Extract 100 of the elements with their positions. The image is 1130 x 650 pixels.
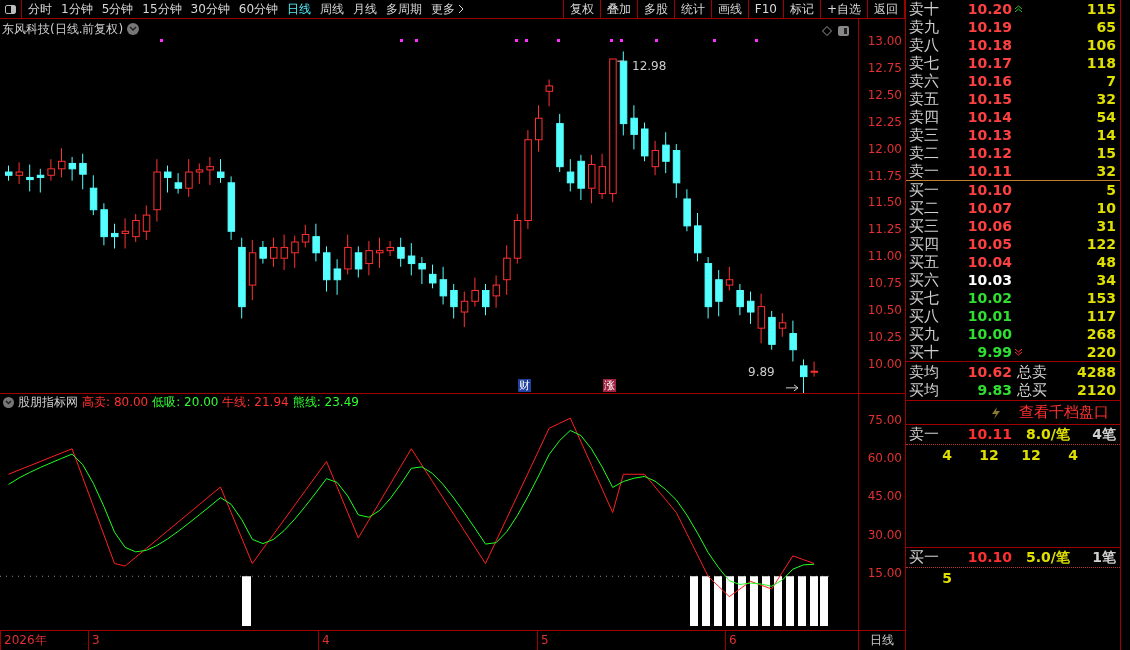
order-level-label: 卖三 xyxy=(909,124,940,145)
order-price: 10.14 xyxy=(966,107,1012,127)
order-price: 10.12 xyxy=(966,143,1012,163)
event-marker[interactable]: 涨 xyxy=(603,379,616,392)
queue-order-size: 12 xyxy=(978,445,1000,465)
order-price: 10.11 xyxy=(966,161,1012,181)
order-price: 10.00 xyxy=(966,324,1012,344)
order-quantity: 10 xyxy=(1096,198,1116,218)
price-axis-label: 11.00 xyxy=(867,249,902,264)
indicator-axis-label: 75.00 xyxy=(867,413,902,427)
order-price: 10.16 xyxy=(966,71,1012,91)
indicator-value: 牛线: 21.94 xyxy=(222,394,289,411)
period-tab[interactable]: 30分钟 xyxy=(190,0,230,18)
order-level-label: 卖四 xyxy=(909,106,940,127)
event-marker[interactable]: 财 xyxy=(518,379,531,392)
toolbar-button[interactable]: 统计 xyxy=(674,0,712,19)
period-tab[interactable]: 周线 xyxy=(320,0,345,18)
price-axis-label: 12.25 xyxy=(867,114,902,129)
order-price: 10.02 xyxy=(966,288,1012,308)
order-level-label: 卖五 xyxy=(909,88,940,109)
price-axis-label: 12.50 xyxy=(867,87,902,102)
order-price: 10.05 xyxy=(966,234,1012,254)
order-quantity: 32 xyxy=(1096,89,1116,109)
average-per-order: 5.0/笔 xyxy=(1026,548,1070,567)
queue-order-size: 4 xyxy=(1067,445,1079,465)
indicator-value: 熊线: 23.49 xyxy=(292,394,359,411)
order-quantity: 54 xyxy=(1096,107,1116,127)
order-price: 10.17 xyxy=(966,53,1012,73)
period-tab[interactable]: 日线 xyxy=(287,0,312,18)
period-tab[interactable]: 60分钟 xyxy=(238,0,279,18)
queue-order-size: 5 xyxy=(941,568,953,588)
price-axis-label: 12.75 xyxy=(867,60,902,75)
order-price: 10.19 xyxy=(966,17,1012,37)
indicator-axis-label: 30.00 xyxy=(867,527,902,542)
toolbar-button[interactable]: 画线 xyxy=(711,0,749,19)
queue-label: 卖一 xyxy=(909,424,940,446)
period-tab[interactable]: 15分钟 xyxy=(142,0,182,18)
order-quantity: 65 xyxy=(1096,17,1116,37)
toolbar-button[interactable]: 多股 xyxy=(637,0,675,19)
order-quantity: 268 xyxy=(1086,324,1116,344)
indicator-axis-label: 45.00 xyxy=(867,489,902,504)
order-level-label: 卖一 xyxy=(909,160,940,182)
period-tab[interactable]: 分时 xyxy=(28,0,52,18)
order-quantity: 15 xyxy=(1096,143,1116,163)
toolbar-button[interactable]: 返回 xyxy=(868,0,905,19)
period-tab[interactable]: 多周期 xyxy=(386,0,423,18)
toolbar-button[interactable]: 标记 xyxy=(783,0,821,19)
order-price: 10.10 xyxy=(966,180,1012,200)
order-quantity: 115 xyxy=(1086,0,1116,19)
period-tab[interactable]: 更多 xyxy=(431,0,456,18)
period-tab[interactable]: 5分钟 xyxy=(101,0,134,18)
queue-price: 10.10 xyxy=(966,548,1012,567)
order-price: 10.20 xyxy=(966,0,1012,19)
indicator-axis-label: 60.00 xyxy=(867,451,902,466)
price-axis-label: 11.75 xyxy=(867,168,902,183)
order-level-label: 买六 xyxy=(909,269,940,290)
order-price: 10.06 xyxy=(966,216,1012,236)
order-price: 10.18 xyxy=(966,35,1012,55)
date-axis-label: 6 xyxy=(725,631,737,650)
toolbar-button[interactable]: F10 xyxy=(748,0,784,19)
order-quantity: 122 xyxy=(1086,234,1116,254)
period-tab[interactable]: 月线 xyxy=(353,0,378,18)
price-axis-label: 13.00 xyxy=(867,34,902,48)
total-quantity: 2120 xyxy=(1077,380,1116,400)
order-level-label: 卖九 xyxy=(909,16,940,37)
price-axis-label: 11.50 xyxy=(867,195,902,210)
order-quantity: 34 xyxy=(1096,270,1116,290)
period-tab[interactable]: 1分钟 xyxy=(61,0,93,18)
indicator-value: 低吸: 20.00 xyxy=(152,394,219,411)
queue-order-size: 4 xyxy=(941,445,953,465)
toolbar-button[interactable]: 复权 xyxy=(563,0,601,19)
order-level-label: 卖六 xyxy=(909,70,940,91)
order-price: 10.04 xyxy=(966,252,1012,272)
toolbar-button[interactable]: 叠加 xyxy=(600,0,638,19)
order-price: 10.03 xyxy=(966,270,1012,290)
order-price: 10.13 xyxy=(966,125,1012,145)
total-quantity: 4288 xyxy=(1077,362,1116,382)
order-count: 1笔 xyxy=(1092,548,1116,567)
order-quantity: 48 xyxy=(1096,252,1116,272)
order-level-label: 卖八 xyxy=(909,34,940,55)
order-quantity: 14 xyxy=(1096,125,1116,145)
price-axis-label: 11.25 xyxy=(867,222,902,237)
order-level-label: 买十 xyxy=(909,341,940,363)
order-quantity: 117 xyxy=(1086,306,1116,326)
depth-link[interactable]: 查看千档盘口 xyxy=(1019,401,1109,424)
period-label: 日线 xyxy=(858,631,905,650)
price-axis-label: 10.00 xyxy=(867,356,902,371)
price-axis-label: 10.50 xyxy=(867,303,902,317)
average-per-order: 8.0/笔 xyxy=(1026,425,1070,444)
toolbar-button[interactable]: +自选 xyxy=(820,0,868,19)
order-quantity: 106 xyxy=(1086,35,1116,55)
date-axis-label: 2026年 xyxy=(0,631,47,650)
date-axis-label: 3 xyxy=(88,631,100,650)
chart-title: 东风科技(日线.前复权) xyxy=(2,21,124,38)
order-count: 4笔 xyxy=(1092,425,1116,444)
order-level-label: 卖七 xyxy=(909,52,940,73)
order-price: 10.01 xyxy=(966,306,1012,326)
order-price: 9.99 xyxy=(976,342,1012,362)
date-axis-label: 5 xyxy=(537,631,549,650)
order-level-label: 买九 xyxy=(909,323,940,344)
